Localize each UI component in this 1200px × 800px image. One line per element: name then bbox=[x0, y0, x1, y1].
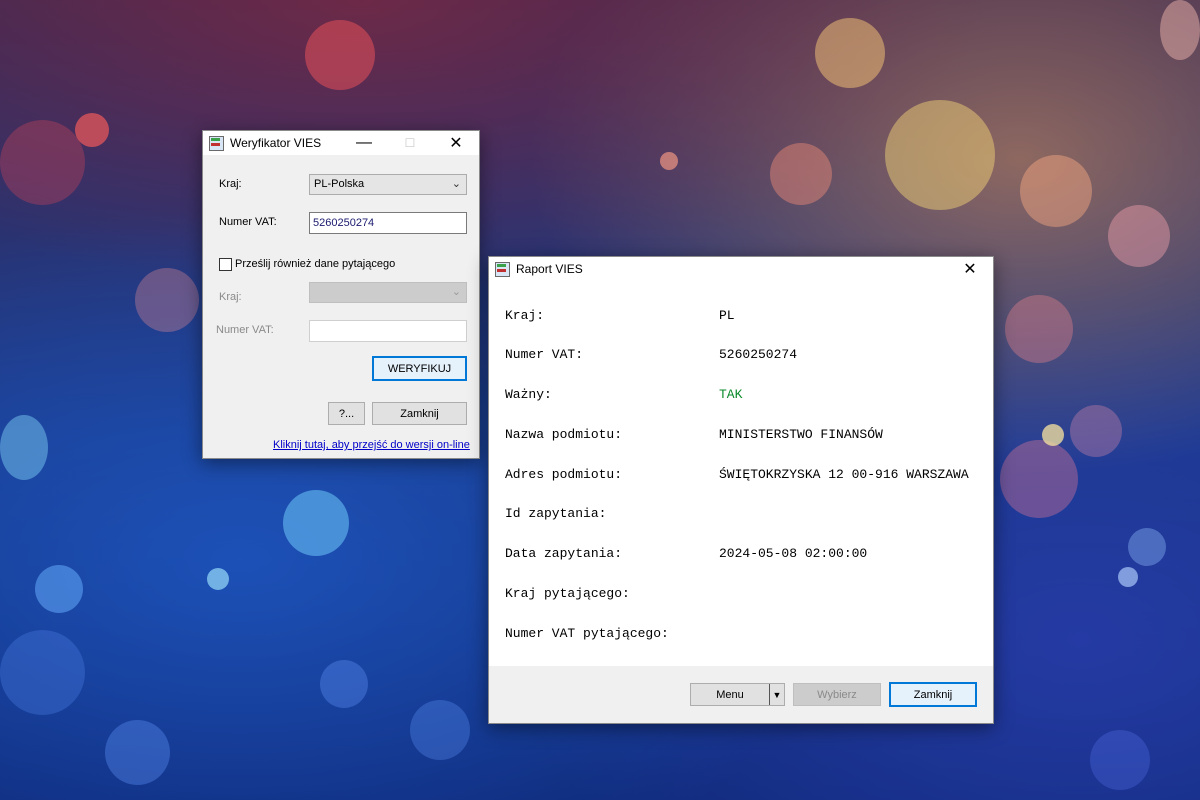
report-label: Id zapytania: bbox=[505, 506, 607, 521]
requester-vat-label: Numer VAT: bbox=[216, 324, 274, 336]
verifier-window: Weryfikator VIES — ☐ ✕ Kraj: PL-Polska ⌄… bbox=[202, 130, 480, 459]
dropdown-arrow-icon[interactable]: ▼ bbox=[769, 684, 784, 705]
online-version-link[interactable]: Kliknij tutaj, aby przejść do wersji on-… bbox=[273, 439, 470, 451]
country-select[interactable]: PL-Polska ⌄ bbox=[309, 174, 467, 195]
report-titlebar[interactable]: Raport VIES ✕ bbox=[489, 257, 993, 281]
verifier-titlebar[interactable]: Weryfikator VIES — ☐ ✕ bbox=[203, 131, 479, 155]
vat-label: Numer VAT: bbox=[219, 216, 277, 228]
maximize-button: ☐ bbox=[404, 136, 416, 150]
country-select-value: PL-Polska bbox=[314, 178, 365, 190]
requester-country-select: ⌄ bbox=[309, 282, 467, 303]
report-value: 2024-05-08 02:00:00 bbox=[719, 546, 868, 561]
vat-input[interactable]: 5260250274 bbox=[309, 212, 467, 234]
report-row: Nazwa podmiotu: MINISTERSTWO FINANSÓW bbox=[489, 427, 993, 445]
chevron-down-icon: ⌄ bbox=[451, 286, 461, 298]
select-button: Wybierz bbox=[793, 683, 881, 706]
report-row: Kraj pytającego: bbox=[489, 586, 993, 604]
report-row: Ważny: TAK bbox=[489, 387, 993, 405]
vat-input-value: 5260250274 bbox=[313, 217, 375, 229]
report-label: Kraj pytającego: bbox=[505, 586, 630, 601]
report-title: Raport VIES bbox=[516, 262, 583, 276]
report-row: Numer VAT: 5260250274 bbox=[489, 347, 993, 365]
menu-button[interactable]: Menu bbox=[691, 684, 769, 705]
close-report-button[interactable]: Zamknij bbox=[889, 682, 977, 707]
report-label: Adres podmiotu: bbox=[505, 467, 623, 482]
minimize-button[interactable]: — bbox=[341, 131, 387, 155]
close-window-button[interactable]: ✕ bbox=[433, 131, 479, 155]
menu-split-button[interactable]: Menu ▼ bbox=[690, 683, 785, 706]
report-label: Nazwa podmiotu: bbox=[505, 427, 623, 442]
report-row: Data zapytania: 2024-05-08 02:00:00 bbox=[489, 546, 993, 564]
verify-button[interactable]: WERYFIKUJ bbox=[372, 356, 467, 381]
report-label: Numer VAT pytającego: bbox=[505, 626, 669, 641]
report-content: Kraj: PL Numer VAT: 5260250274 Ważny: TA… bbox=[489, 281, 993, 666]
report-row: Adres podmiotu: ŚWIĘTOKRZYSKA 12 00-916 … bbox=[489, 467, 993, 485]
report-footer: Menu ▼ Wybierz Zamknij bbox=[489, 666, 993, 723]
report-row: Kraj: PL bbox=[489, 308, 993, 326]
report-value: PL bbox=[719, 308, 735, 323]
send-requester-checkbox[interactable] bbox=[219, 258, 232, 271]
verifier-title: Weryfikator VIES bbox=[230, 136, 322, 150]
requester-country-label: Kraj: bbox=[219, 291, 242, 303]
close-window-button[interactable]: ✕ bbox=[947, 257, 993, 281]
help-button[interactable]: ?... bbox=[328, 402, 365, 425]
country-label: Kraj: bbox=[219, 178, 242, 190]
app-icon bbox=[495, 261, 510, 277]
close-button[interactable]: Zamknij bbox=[372, 402, 467, 425]
app-icon bbox=[209, 135, 224, 151]
report-label: Ważny: bbox=[505, 387, 552, 402]
requester-vat-input bbox=[309, 320, 467, 342]
report-row: Id zapytania: bbox=[489, 506, 993, 524]
chevron-down-icon: ⌄ bbox=[451, 178, 461, 190]
report-row: Numer VAT pytającego: bbox=[489, 626, 993, 644]
send-requester-label[interactable]: Prześlij również dane pytającego bbox=[235, 258, 395, 270]
report-window: Raport VIES ✕ Kraj: PL Numer VAT: 526025… bbox=[488, 256, 994, 724]
report-label: Kraj: bbox=[505, 308, 545, 323]
report-value: 5260250274 bbox=[719, 347, 798, 362]
report-value: ŚWIĘTOKRZYSKA 12 00-916 WARSZAWA bbox=[719, 467, 969, 482]
report-label: Data zapytania: bbox=[505, 546, 623, 561]
report-value: MINISTERSTWO FINANSÓW bbox=[719, 427, 883, 442]
valid-status-value: TAK bbox=[719, 387, 743, 402]
report-label: Numer VAT: bbox=[505, 347, 584, 362]
